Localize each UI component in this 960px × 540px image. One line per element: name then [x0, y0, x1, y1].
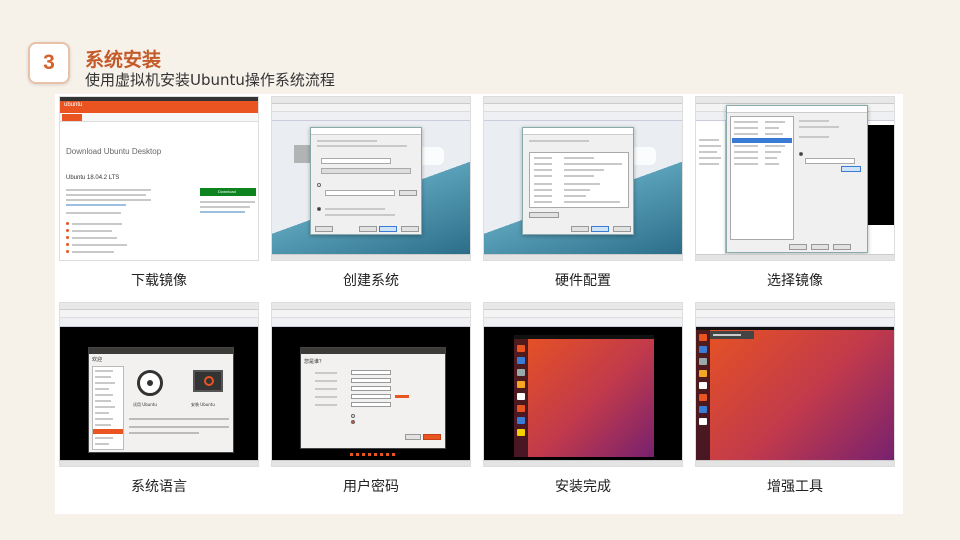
- top-panel: [514, 335, 654, 339]
- iso-path-input[interactable]: [805, 158, 855, 164]
- launcher-dock: [514, 339, 528, 457]
- screenshot-user-setup: 您是谁？: [271, 302, 471, 467]
- back-button[interactable]: [571, 226, 589, 232]
- back-button[interactable]: [405, 434, 421, 440]
- cd-dvd-selected-row[interactable]: [732, 138, 792, 143]
- caption-vmware-tools: 增强工具: [767, 479, 823, 495]
- disc-icon[interactable]: [699, 418, 707, 425]
- ubuntu-desktop: [696, 327, 894, 460]
- caption-hardware-config: 硬件配置: [555, 273, 611, 289]
- ok-button[interactable]: [789, 244, 807, 250]
- caption-select-image: 选择镜像: [767, 273, 823, 289]
- caption-system-language: 系统语言: [131, 479, 187, 495]
- writer-icon[interactable]: [699, 382, 707, 389]
- name-field[interactable]: [351, 370, 391, 375]
- section-subtitle: 使用虚拟机安装Ubuntu操作系统流程: [85, 71, 335, 89]
- vm-settings-dialog: [726, 105, 868, 253]
- software-icon[interactable]: [517, 405, 525, 412]
- mount-notification[interactable]: [710, 331, 754, 339]
- ubuntu-logo: ubuntu: [64, 102, 83, 108]
- welcome-heading: 欢迎: [92, 357, 103, 363]
- caption-install-complete: 安装完成: [555, 479, 611, 495]
- iso-path-input[interactable]: [325, 190, 395, 196]
- cd-icon[interactable]: [137, 370, 163, 396]
- who-are-you-heading: 您是谁？: [304, 359, 325, 365]
- language-list[interactable]: [92, 366, 124, 450]
- require-password-radio[interactable]: [351, 420, 355, 424]
- try-ubuntu-button[interactable]: 试用 Ubuntu: [133, 402, 157, 408]
- caption-user-password: 用户密码: [343, 479, 399, 495]
- download-heading: Download Ubuntu Desktop: [66, 147, 162, 156]
- cancel-button[interactable]: [811, 244, 829, 250]
- firefox-icon[interactable]: [517, 345, 525, 352]
- library-panel: [696, 121, 726, 254]
- section-number-badge: 3: [28, 42, 70, 84]
- screenshot-grid: ubuntu Download Ubuntu Desktop Ubuntu 18…: [55, 94, 903, 514]
- firefox-icon[interactable]: [699, 334, 707, 341]
- section-title: 系统安装: [85, 49, 162, 71]
- screenshot-ubuntu-welcome: 欢迎 试用 Ubuntu 安装 Ubuntu: [59, 302, 259, 467]
- settings-summary-list: [529, 152, 629, 208]
- next-button[interactable]: [379, 226, 397, 232]
- help-button[interactable]: [833, 244, 851, 250]
- screenshot-ubuntu-download-page: ubuntu Download Ubuntu Desktop Ubuntu 18…: [59, 96, 259, 261]
- installer-disc-option[interactable]: [321, 158, 391, 164]
- browse-button[interactable]: [841, 166, 861, 172]
- computer-name-field[interactable]: [351, 378, 391, 383]
- caption-download-image: 下载镜像: [131, 273, 187, 289]
- laptop-install-icon[interactable]: [193, 370, 223, 392]
- site-navbar: ubuntu: [60, 101, 258, 113]
- back-button[interactable]: [359, 226, 377, 232]
- use-iso-radio[interactable]: [799, 152, 803, 156]
- install-ubuntu-button[interactable]: 安装 Ubuntu: [191, 402, 215, 408]
- install-later-radio[interactable]: [317, 207, 321, 211]
- site-subnav: [60, 113, 258, 122]
- help-icon[interactable]: [699, 406, 707, 413]
- amazon-icon[interactable]: [517, 429, 525, 436]
- screenshot-new-vm-wizard: [271, 96, 471, 261]
- ubuntu-desktop: [514, 335, 654, 457]
- screenshot-hardware-summary: [483, 96, 683, 261]
- download-button[interactable]: Download: [200, 188, 256, 196]
- version-title: Ubuntu 18.04.2 LTS: [66, 175, 120, 181]
- screenshot-vmware-tools: [695, 302, 895, 467]
- finish-button[interactable]: [591, 226, 609, 232]
- screenshot-ubuntu-desktop: [483, 302, 683, 467]
- thunderbird-icon[interactable]: [699, 346, 707, 353]
- caption-create-vm: 创建系统: [343, 273, 399, 289]
- continue-button[interactable]: [423, 434, 441, 440]
- rhythmbox-icon[interactable]: [699, 370, 707, 377]
- help-icon[interactable]: [517, 417, 525, 424]
- confirm-password-field[interactable]: [351, 402, 391, 407]
- password-field[interactable]: [351, 394, 391, 399]
- selected-language-chinese[interactable]: [93, 429, 123, 434]
- browse-button[interactable]: [399, 190, 417, 196]
- help-button[interactable]: [315, 226, 333, 232]
- auto-login-radio[interactable]: [351, 414, 355, 418]
- files-icon[interactable]: [699, 358, 707, 365]
- cancel-button[interactable]: [401, 226, 419, 232]
- writer-icon[interactable]: [517, 393, 525, 400]
- files-icon[interactable]: [517, 369, 525, 376]
- installer-window: 欢迎 试用 Ubuntu 安装 Ubuntu: [88, 347, 234, 453]
- username-field[interactable]: [351, 386, 391, 391]
- device-list[interactable]: [730, 116, 794, 240]
- installer-window: 您是谁？: [300, 347, 446, 449]
- password-strength: [395, 395, 409, 398]
- section-number: 3: [43, 51, 55, 74]
- cancel-button[interactable]: [613, 226, 631, 232]
- new-vm-wizard-dialog: [310, 127, 422, 235]
- thunderbird-icon[interactable]: [517, 357, 525, 364]
- software-icon[interactable]: [699, 394, 707, 401]
- progress-dots: [350, 453, 396, 456]
- rhythmbox-icon[interactable]: [517, 381, 525, 388]
- customize-hardware-button[interactable]: [529, 212, 559, 218]
- screenshot-vm-settings: [695, 96, 895, 261]
- iso-radio[interactable]: [317, 183, 321, 187]
- launcher-dock: [696, 330, 710, 460]
- ready-to-create-dialog: [522, 127, 634, 235]
